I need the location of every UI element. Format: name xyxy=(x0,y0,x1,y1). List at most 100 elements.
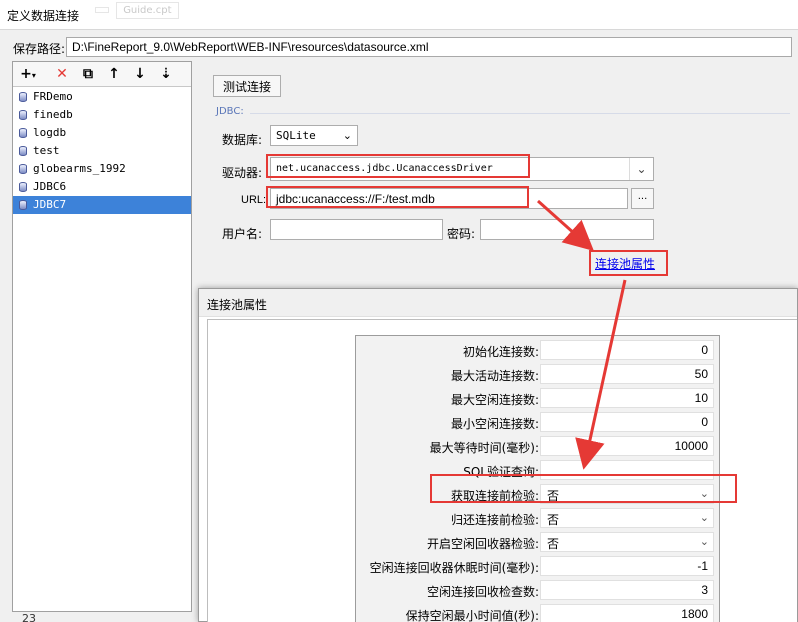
pool-row: 初始化连接数: 0 xyxy=(356,338,719,362)
arrow-down-icon: ↓ xyxy=(134,66,146,82)
background-tab xyxy=(95,7,109,13)
background-tab: Guide.cpt xyxy=(116,2,179,19)
url-browse-button[interactable]: ... xyxy=(631,188,654,209)
save-path-label: 保存路径: xyxy=(13,42,66,56)
move-down-button[interactable]: ↓ xyxy=(129,64,151,84)
pool-row-value[interactable]: 50 xyxy=(540,364,714,384)
pool-row-label: 空闲连接回收器休眠时间(毫秒): xyxy=(369,561,539,575)
connection-list-panel: +▾ ✕ ⧉ ↑ ↓ ⇣ FRDemo finedb logdb test gl… xyxy=(12,61,192,612)
chevron-down-icon: ⌄ xyxy=(699,512,709,524)
url-highlight-box xyxy=(266,186,529,208)
arrow-up-icon: ↑ xyxy=(108,66,120,82)
line-number: 23 xyxy=(22,612,36,622)
pool-row-value: 否 xyxy=(547,537,560,551)
connection-item[interactable]: finedb xyxy=(13,106,191,124)
connection-toolbar: +▾ ✕ ⧉ ↑ ↓ ⇣ xyxy=(13,62,191,87)
pool-row-select[interactable]: 否 ⌄ xyxy=(540,508,714,528)
pool-row: 空闲连接回收检查数: 3 xyxy=(356,578,719,602)
move-up-button[interactable]: ↑ xyxy=(103,64,125,84)
pool-row: 开启空闲回收器检验: 否 ⌄ xyxy=(356,530,719,554)
pool-row: 最大空闲连接数: 10 xyxy=(356,386,719,410)
driver-highlight-box xyxy=(266,154,530,178)
connection-name: JDBC6 xyxy=(33,180,67,193)
database-label: 数据库: xyxy=(222,133,263,147)
add-connection-button[interactable]: +▾ xyxy=(17,64,39,84)
pool-row-value[interactable]: 10000 xyxy=(540,436,714,456)
jdbc-group-label: JDBC: xyxy=(216,106,244,117)
pool-row: 最小空闲连接数: 0 xyxy=(356,410,719,434)
add-icon: + xyxy=(20,66,32,82)
pool-row-label: 最大活动连接数: xyxy=(450,369,539,383)
pool-row-value[interactable]: 10 xyxy=(540,388,714,408)
pool-row-label: 最大空闲连接数: xyxy=(450,393,539,407)
delete-connection-button[interactable]: ✕ xyxy=(51,64,73,84)
background-tabs: Guide.cpt xyxy=(95,2,183,26)
database-icon xyxy=(19,110,27,120)
window-titlebar: 定义数据连接 Guide.cpt xyxy=(0,0,798,30)
database-icon xyxy=(19,182,27,192)
connection-item[interactable]: test xyxy=(13,142,191,160)
pool-dialog-body: 初始化连接数: 0 最大活动连接数: 50 最大空闲连接数: 10 最小空闲连接数: 0… xyxy=(207,319,797,622)
connection-name: globearms_1992 xyxy=(33,162,126,175)
database-select[interactable]: SQLite ⌄ xyxy=(270,125,358,146)
jdbc-group-divider xyxy=(250,113,790,114)
validate-highlight-box xyxy=(430,474,737,503)
chevron-down-icon[interactable]: ⌄ xyxy=(629,158,653,180)
pool-row-label: 开启空闲回收器检验: xyxy=(426,537,539,551)
connection-item[interactable]: JDBC6 xyxy=(13,178,191,196)
pool-row-value[interactable]: 0 xyxy=(540,340,714,360)
connection-name: test xyxy=(33,144,60,157)
connection-item[interactable]: FRDemo xyxy=(13,88,191,106)
password-label: 密码: xyxy=(447,227,476,241)
copy-connection-button[interactable]: ⧉ xyxy=(77,64,99,84)
connection-name: logdb xyxy=(33,126,67,139)
pool-row-label: 保持空闲最小时间值(秒): xyxy=(405,609,539,622)
connection-item-selected[interactable]: JDBC7 xyxy=(13,196,191,214)
pool-dialog-titlebar: 连接池属性 xyxy=(199,289,797,317)
save-path-row: 保存路径: D:\FineReport_9.0\WebReport\WEB-IN… xyxy=(0,36,798,58)
pool-row-value[interactable]: -1 xyxy=(540,556,714,576)
pool-row: 归还连接前检验: 否 ⌄ xyxy=(356,506,719,530)
connection-list: FRDemo finedb logdb test globearms_1992 … xyxy=(13,88,191,214)
database-icon xyxy=(19,164,27,174)
database-icon xyxy=(19,200,27,210)
test-connection-button[interactable]: 测试连接 xyxy=(213,75,281,97)
pool-row-label: 最大等待时间(毫秒): xyxy=(429,441,539,455)
pool-row-select[interactable]: 否 ⌄ xyxy=(540,532,714,552)
connection-name: FRDemo xyxy=(33,90,73,103)
pool-row-label: 空闲连接回收检查数: xyxy=(426,585,539,599)
copy-icon: ⧉ xyxy=(83,66,93,82)
pool-row: 空闲连接回收器休眠时间(毫秒): -1 xyxy=(356,554,719,578)
window-title: 定义数据连接 xyxy=(7,9,80,23)
pool-link-highlight-box xyxy=(589,250,668,276)
pool-row-value: 否 xyxy=(547,513,560,527)
chevron-down-icon: ⌄ xyxy=(342,129,352,142)
pool-row: 最大活动连接数: 50 xyxy=(356,362,719,386)
connection-item[interactable]: logdb xyxy=(13,124,191,142)
database-icon xyxy=(19,128,27,138)
delete-icon: ✕ xyxy=(56,66,68,82)
pool-row-value[interactable]: 1800 xyxy=(540,604,714,622)
sort-icon: ⇣ xyxy=(160,66,172,82)
username-label: 用户名: xyxy=(222,227,263,241)
url-label: URL: xyxy=(241,194,267,206)
username-input[interactable] xyxy=(270,219,443,240)
chevron-down-icon: ⌄ xyxy=(699,536,709,548)
sort-button[interactable]: ⇣ xyxy=(155,64,177,84)
password-input[interactable] xyxy=(480,219,654,240)
pool-dialog-title: 连接池属性 xyxy=(207,298,268,312)
driver-label: 驱动器: xyxy=(222,166,263,180)
connection-item[interactable]: globearms_1992 xyxy=(13,160,191,178)
save-path-field[interactable]: D:\FineReport_9.0\WebReport\WEB-INF\reso… xyxy=(66,37,792,57)
pool-row: 最大等待时间(毫秒): 10000 xyxy=(356,434,719,458)
pool-row-label: 最小空闲连接数: xyxy=(450,417,539,431)
database-icon xyxy=(19,146,27,156)
pool-row-label: 初始化连接数: xyxy=(462,345,539,359)
pool-row: 保持空闲最小时间值(秒): 1800 xyxy=(356,602,719,622)
chevron-down-icon: ▾ xyxy=(31,71,36,80)
pool-row-value[interactable]: 3 xyxy=(540,580,714,600)
pool-row-label: 归还连接前检验: xyxy=(450,513,539,527)
pool-row-value[interactable]: 0 xyxy=(540,412,714,432)
database-value: SQLite xyxy=(276,129,316,142)
connection-name: finedb xyxy=(33,108,73,121)
